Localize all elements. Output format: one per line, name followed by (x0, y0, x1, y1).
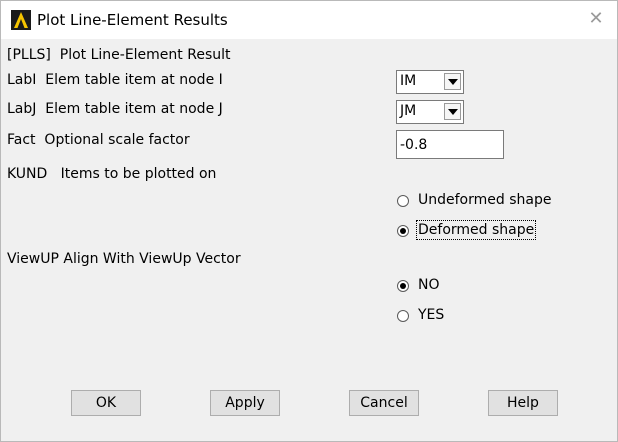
apply-button[interactable]: Apply (210, 390, 280, 416)
ansys-logo-icon (11, 10, 31, 30)
title-bar[interactable]: Plot Line-Element Results ✕ (1, 1, 617, 39)
labj-label: LabJ Elem table item at node J (7, 101, 223, 117)
radio-label: YES (418, 307, 445, 323)
radio-button[interactable] (397, 195, 409, 207)
labj-selected-value: JM (400, 103, 417, 119)
ok-button[interactable]: OK (71, 390, 141, 416)
dialog-window: Plot Line-Element Results ✕ [PLLS] Plot … (0, 0, 618, 442)
command-header: [PLLS] Plot Line-Element Result (7, 47, 231, 63)
kund-label: KUND Items to be plotted on (7, 166, 217, 182)
radio-label: Deformed shape (415, 220, 537, 240)
window-title: Plot Line-Element Results (37, 11, 228, 29)
radio-label: Undeformed shape (418, 192, 552, 208)
close-icon[interactable]: ✕ (585, 7, 607, 31)
chevron-down-icon[interactable] (444, 103, 461, 120)
viewup-label: ViewUP Align With ViewUp Vector (7, 251, 241, 267)
cancel-button[interactable]: Cancel (349, 390, 419, 416)
radio-button[interactable] (397, 310, 409, 322)
radio-label: NO (418, 277, 440, 293)
labi-selected-value: IM (400, 73, 417, 89)
radio-button[interactable] (397, 280, 409, 292)
chevron-down-icon[interactable] (444, 73, 461, 90)
fact-input[interactable] (396, 130, 504, 159)
labj-select[interactable]: JM (396, 100, 464, 124)
fact-label: Fact Optional scale factor (7, 132, 190, 148)
radio-button[interactable] (397, 225, 409, 237)
dialog-content: [PLLS] Plot Line-Element Result LabI Ele… (1, 39, 617, 441)
help-button[interactable]: Help (488, 390, 558, 416)
labi-select[interactable]: IM (396, 70, 464, 94)
labi-label: LabI Elem table item at node I (7, 72, 223, 88)
